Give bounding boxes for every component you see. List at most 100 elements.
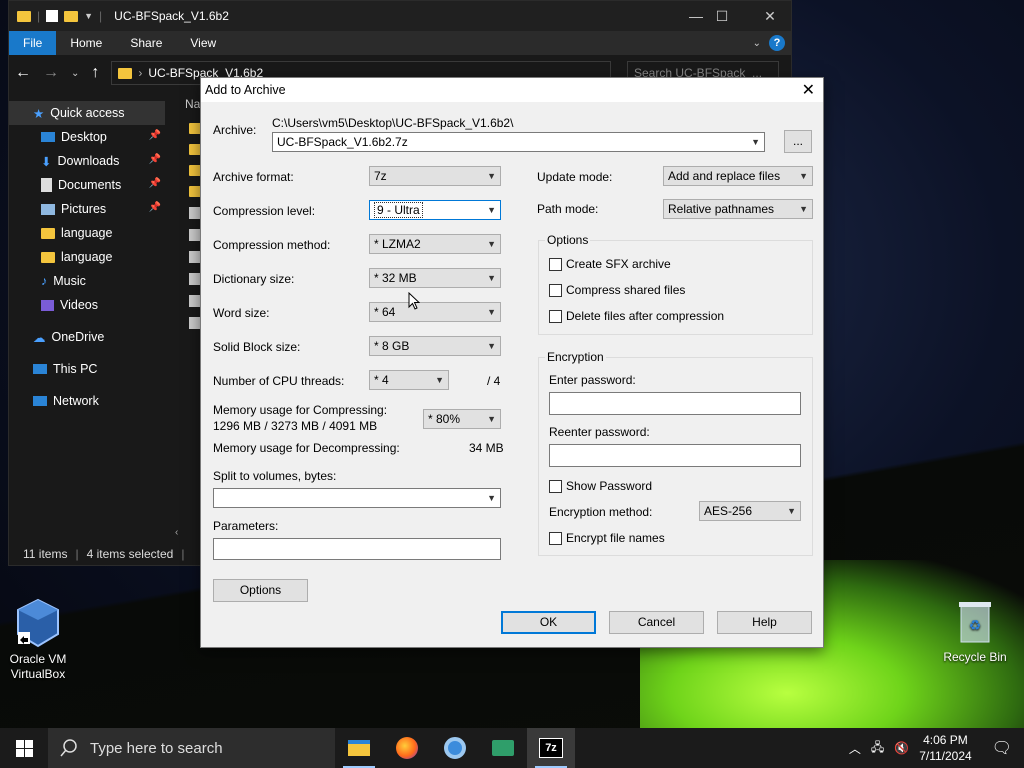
nav-item-this-pc[interactable]: This PC <box>9 357 165 381</box>
taskbar-chrome[interactable] <box>431 728 479 768</box>
virtualbox-desktop-icon[interactable]: Oracle VM VirtualBox <box>6 598 70 682</box>
navigation-pane: ★ Quick access Desktop 📌 ⬇ Downloads 📌 D… <box>9 101 165 537</box>
taskbar-search[interactable]: Type here to search <box>48 728 335 768</box>
path-mode-label: Path mode: <box>537 202 599 216</box>
nav-item-music[interactable]: ♪ Music <box>9 269 165 293</box>
options-group: Options Create SFX archive Compress shar… <box>538 233 813 335</box>
clock[interactable]: 4:06 PM 7/11/2024 <box>919 732 972 764</box>
column-header-name[interactable]: Na <box>185 97 200 111</box>
back-arrow-icon[interactable]: ← <box>15 64 31 82</box>
show-hidden-icons-chevron-icon[interactable]: ︿ <box>849 740 861 757</box>
system-tray: ︿ 🖧 🔇 4:06 PM 7/11/2024 🗨 <box>849 732 1024 764</box>
dialog-title: Add to Archive <box>205 83 286 97</box>
nav-item-language-1[interactable]: language <box>9 221 165 245</box>
tab-home[interactable]: Home <box>56 31 116 55</box>
videos-icon <box>41 299 54 311</box>
update-mode-select[interactable]: Add and replace files ▼ <box>663 166 813 186</box>
encryption-method-select[interactable]: AES-256 ▼ <box>699 501 801 521</box>
nav-item-onedrive[interactable]: ☁ OneDrive <box>9 325 165 349</box>
forward-arrow-icon[interactable]: → <box>43 64 59 82</box>
nav-label: Documents <box>58 178 122 192</box>
show-password-checkbox[interactable]: Show Password <box>549 479 652 493</box>
recent-locations-icon[interactable]: ⌄ <box>71 68 79 79</box>
nav-item-documents[interactable]: Documents 📌 <box>9 173 165 197</box>
tab-view[interactable]: View <box>176 31 230 55</box>
expand-ribbon-icon[interactable]: ⌄ <box>753 38 761 49</box>
chevron-down-icon: ▼ <box>751 137 760 147</box>
archive-name-combo[interactable]: UC-BFSpack_V1.6b2.7z ▼ <box>272 132 765 152</box>
folder-icon <box>41 227 55 239</box>
notification-center-icon[interactable]: 🗨 <box>992 738 1012 758</box>
cpu-threads-select[interactable]: * 4 ▼ <box>369 370 449 390</box>
path-mode-select[interactable]: Relative pathnames ▼ <box>663 199 813 219</box>
nav-item-downloads[interactable]: ⬇ Downloads 📌 <box>9 149 165 173</box>
help-button[interactable]: Help <box>717 611 812 634</box>
compression-method-select[interactable]: * LZMA2 ▼ <box>369 234 501 254</box>
word-size-select[interactable]: * 64 ▼ <box>369 302 501 322</box>
update-mode-value: Add and replace files <box>668 169 781 183</box>
compression-level-select[interactable]: 9 - Ultra ▼ <box>369 200 501 220</box>
up-arrow-icon[interactable]: ↑ <box>91 64 99 82</box>
nav-item-pictures[interactable]: Pictures 📌 <box>9 197 165 221</box>
create-sfx-checkbox[interactable]: Create SFX archive <box>549 257 671 271</box>
pin-icon: 📌 <box>148 130 161 141</box>
cancel-button[interactable]: Cancel <box>609 611 704 634</box>
encrypt-names-checkbox[interactable]: Encrypt file names <box>549 531 665 545</box>
nav-item-quick-access[interactable]: ★ Quick access <box>9 101 165 125</box>
svg-text:♻: ♻ <box>969 617 982 633</box>
clock-date: 7/11/2024 <box>919 749 972 763</box>
archive-path: C:\Users\vm5\Desktop\UC-BFSpack_V1.6b2\ <box>272 116 514 130</box>
add-to-archive-dialog: Add to Archive ✕ Archive: C:\Users\vm5\D… <box>200 77 824 648</box>
split-volumes-combo[interactable]: ▼ <box>213 488 501 508</box>
nav-item-language-2[interactable]: language <box>9 245 165 269</box>
taskbar-firefox[interactable] <box>383 728 431 768</box>
recycle-bin-label: Recycle Bin <box>943 650 1007 664</box>
download-icon: ⬇ <box>41 154 52 169</box>
volume-muted-icon[interactable]: 🔇 <box>894 741 909 755</box>
tab-share[interactable]: Share <box>116 31 176 55</box>
level-label: Compression level: <box>213 204 316 218</box>
tab-file[interactable]: File <box>9 31 57 55</box>
encryption-method-label: Encryption method: <box>549 505 653 519</box>
taskbar-file-explorer[interactable] <box>335 728 383 768</box>
network-tray-icon[interactable]: 🖧 <box>871 738 884 759</box>
scroll-left-icon[interactable]: ‹ <box>175 527 178 538</box>
maximize-button[interactable]: ☐ <box>699 1 745 31</box>
ok-button[interactable]: OK <box>501 611 596 634</box>
dictionary-size-select[interactable]: * 32 MB ▼ <box>369 268 501 288</box>
help-icon[interactable]: ? <box>769 35 785 51</box>
search-icon <box>60 739 77 757</box>
nav-label: Network <box>53 394 99 408</box>
enter-password-label: Enter password: <box>549 373 636 387</box>
recycle-bin-icon: ♻ <box>959 602 991 643</box>
new-folder-icon[interactable] <box>64 10 79 22</box>
chevron-down-icon: ▼ <box>435 375 444 385</box>
archive-format-select[interactable]: 7z ▼ <box>369 166 501 186</box>
dialog-close-button[interactable]: ✕ <box>802 80 815 100</box>
taskbar-app[interactable] <box>479 728 527 768</box>
nav-item-network[interactable]: Network <box>9 389 165 413</box>
solid-block-size-select[interactable]: * 8 GB ▼ <box>369 336 501 356</box>
memory-percent-select[interactable]: * 80% ▼ <box>423 409 501 429</box>
browse-button[interactable]: ... <box>784 130 812 153</box>
solid-block-label: Solid Block size: <box>213 340 301 354</box>
delete-after-checkbox[interactable]: Delete files after compression <box>549 309 724 323</box>
taskbar-search-placeholder: Type here to search <box>90 739 223 757</box>
options-button[interactable]: Options <box>213 579 308 602</box>
recycle-bin-desktop-icon[interactable]: ♻ Recycle Bin <box>940 600 1010 665</box>
enter-password-input[interactable] <box>549 392 801 415</box>
reenter-password-input[interactable] <box>549 444 801 467</box>
encryption-group: Encryption Enter password: Reenter passw… <box>538 350 813 556</box>
nav-item-videos[interactable]: Videos <box>9 293 165 317</box>
start-button[interactable] <box>0 728 48 768</box>
parameters-input[interactable] <box>213 538 501 560</box>
breadcrumb-chevron-icon: › <box>138 66 143 80</box>
reenter-password-label: Reenter password: <box>549 425 650 439</box>
checkbox-box <box>549 257 562 271</box>
nav-item-desktop[interactable]: Desktop 📌 <box>9 125 165 149</box>
close-button[interactable]: ✕ <box>747 1 793 31</box>
taskbar-7zip[interactable]: 7z <box>527 728 575 768</box>
compress-shared-checkbox[interactable]: Compress shared files <box>549 283 685 297</box>
properties-icon[interactable] <box>46 10 59 22</box>
customize-dropdown-icon[interactable]: ▼ <box>84 11 93 21</box>
